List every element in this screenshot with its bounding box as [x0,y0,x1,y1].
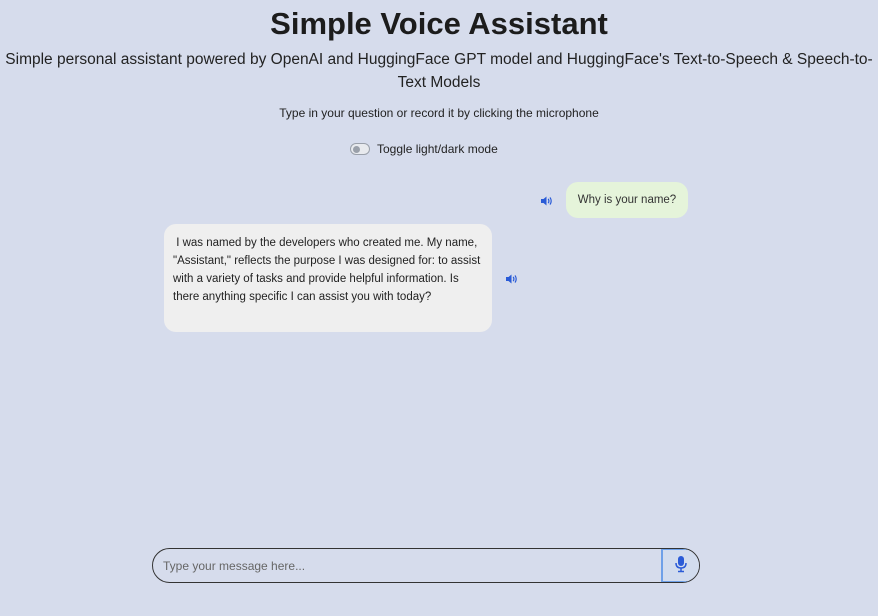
message-composer [152,548,700,583]
instructions-text: Type in your question or record it by cl… [279,106,599,120]
user-message-bubble: Why is your name? [566,182,688,218]
user-message-text: Why is your name? [577,194,677,206]
assistant-message-bubble: I was named by the developers who create… [164,224,492,332]
theme-toggle-switch[interactable] [350,143,370,155]
theme-toggle-label: Toggle light/dark mode [377,142,498,156]
microphone-icon [674,555,688,576]
page-title: Simple Voice Assistant [270,6,608,41]
microphone-button[interactable] [661,549,699,582]
toggle-knob [353,145,360,153]
message-input[interactable] [153,549,661,582]
speaker-icon[interactable] [505,272,519,284]
speaker-icon[interactable] [540,194,554,206]
page-subtitle: Simple personal assistant powered by Ope… [5,51,873,91]
theme-toggle-row: Toggle light/dark mode [350,142,498,156]
assistant-message-text: I was named by the developers who create… [173,237,484,303]
